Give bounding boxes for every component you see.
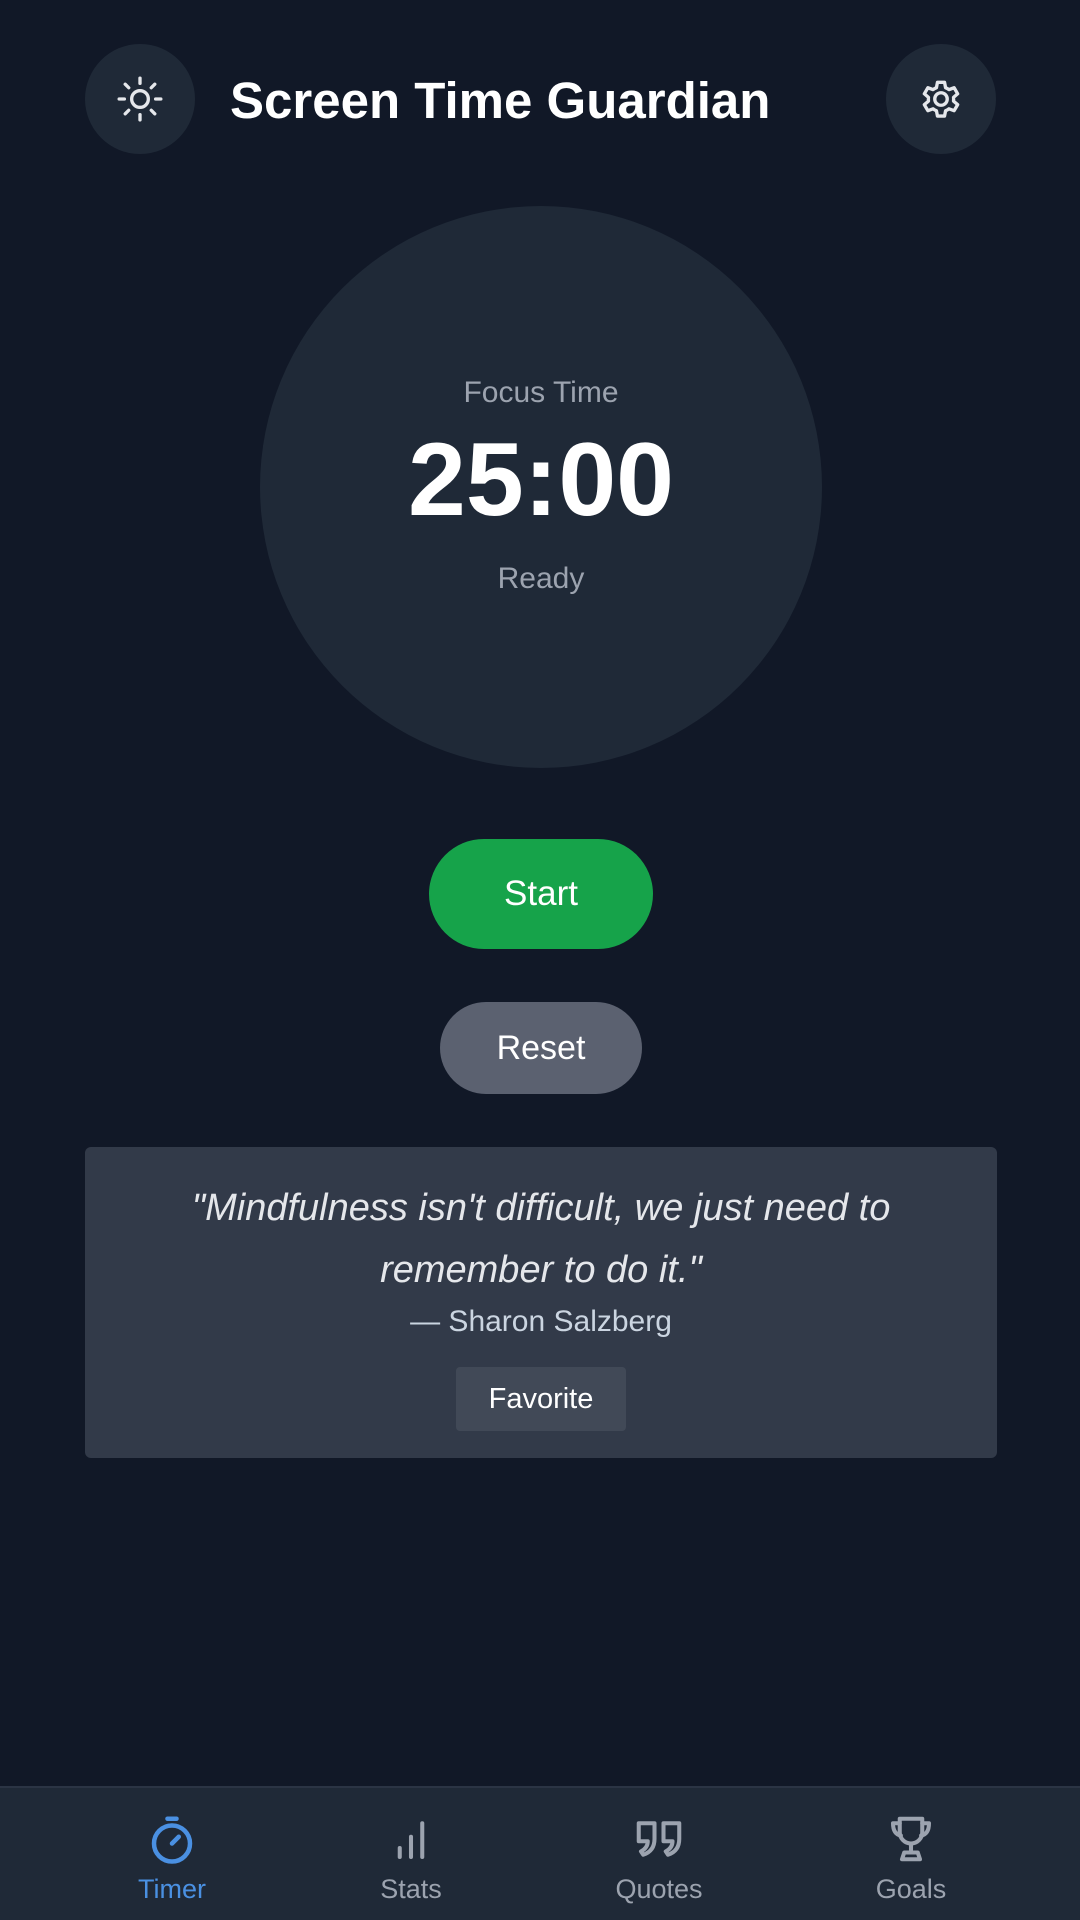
favorite-button[interactable]: Favorite bbox=[456, 1367, 626, 1431]
reset-button[interactable]: Reset bbox=[440, 1002, 642, 1094]
quote-text: "Mindfulness isn't difficult, we just ne… bbox=[191, 1187, 891, 1291]
trophy-icon bbox=[890, 1816, 932, 1862]
bar-chart-icon bbox=[397, 1821, 425, 1860]
gear-icon bbox=[922, 80, 960, 118]
app-title: Screen Time Guardian bbox=[230, 72, 771, 129]
nav-item-stats[interactable]: Stats bbox=[311, 1788, 511, 1920]
app-root: Screen Time Guardian Focus Time 25:00 Re… bbox=[0, 0, 1080, 1920]
timer-display: Focus Time 25:00 Ready bbox=[260, 206, 822, 768]
start-button[interactable]: Start bbox=[429, 839, 653, 949]
nav-label-stats: Stats bbox=[380, 1874, 442, 1904]
timer-countdown: 25:00 bbox=[408, 422, 674, 538]
quote-author: — Sharon Salzberg bbox=[410, 1305, 672, 1338]
quote-icon bbox=[636, 1821, 682, 1857]
app-header: Screen Time Guardian bbox=[0, 0, 1080, 200]
quote-card: "Mindfulness isn't difficult, we just ne… bbox=[85, 1147, 997, 1458]
settings-button[interactable] bbox=[886, 44, 996, 154]
nav-item-quotes[interactable]: Quotes bbox=[559, 1788, 759, 1920]
stopwatch-icon bbox=[151, 1816, 193, 1864]
nav-label-goals: Goals bbox=[875, 1874, 947, 1904]
theme-toggle-button[interactable] bbox=[85, 44, 195, 154]
nav-label-timer: Timer bbox=[138, 1874, 206, 1904]
nav-label-quotes: Quotes bbox=[615, 1874, 703, 1904]
bottom-nav: Timer Stats Quotes Goals bbox=[0, 1786, 1080, 1920]
timer-status: Ready bbox=[497, 562, 585, 595]
nav-item-timer[interactable]: Timer bbox=[72, 1788, 272, 1920]
timer-mode-label: Focus Time bbox=[463, 376, 619, 409]
sun-icon bbox=[117, 76, 163, 122]
nav-item-goals[interactable]: Goals bbox=[811, 1788, 1011, 1920]
